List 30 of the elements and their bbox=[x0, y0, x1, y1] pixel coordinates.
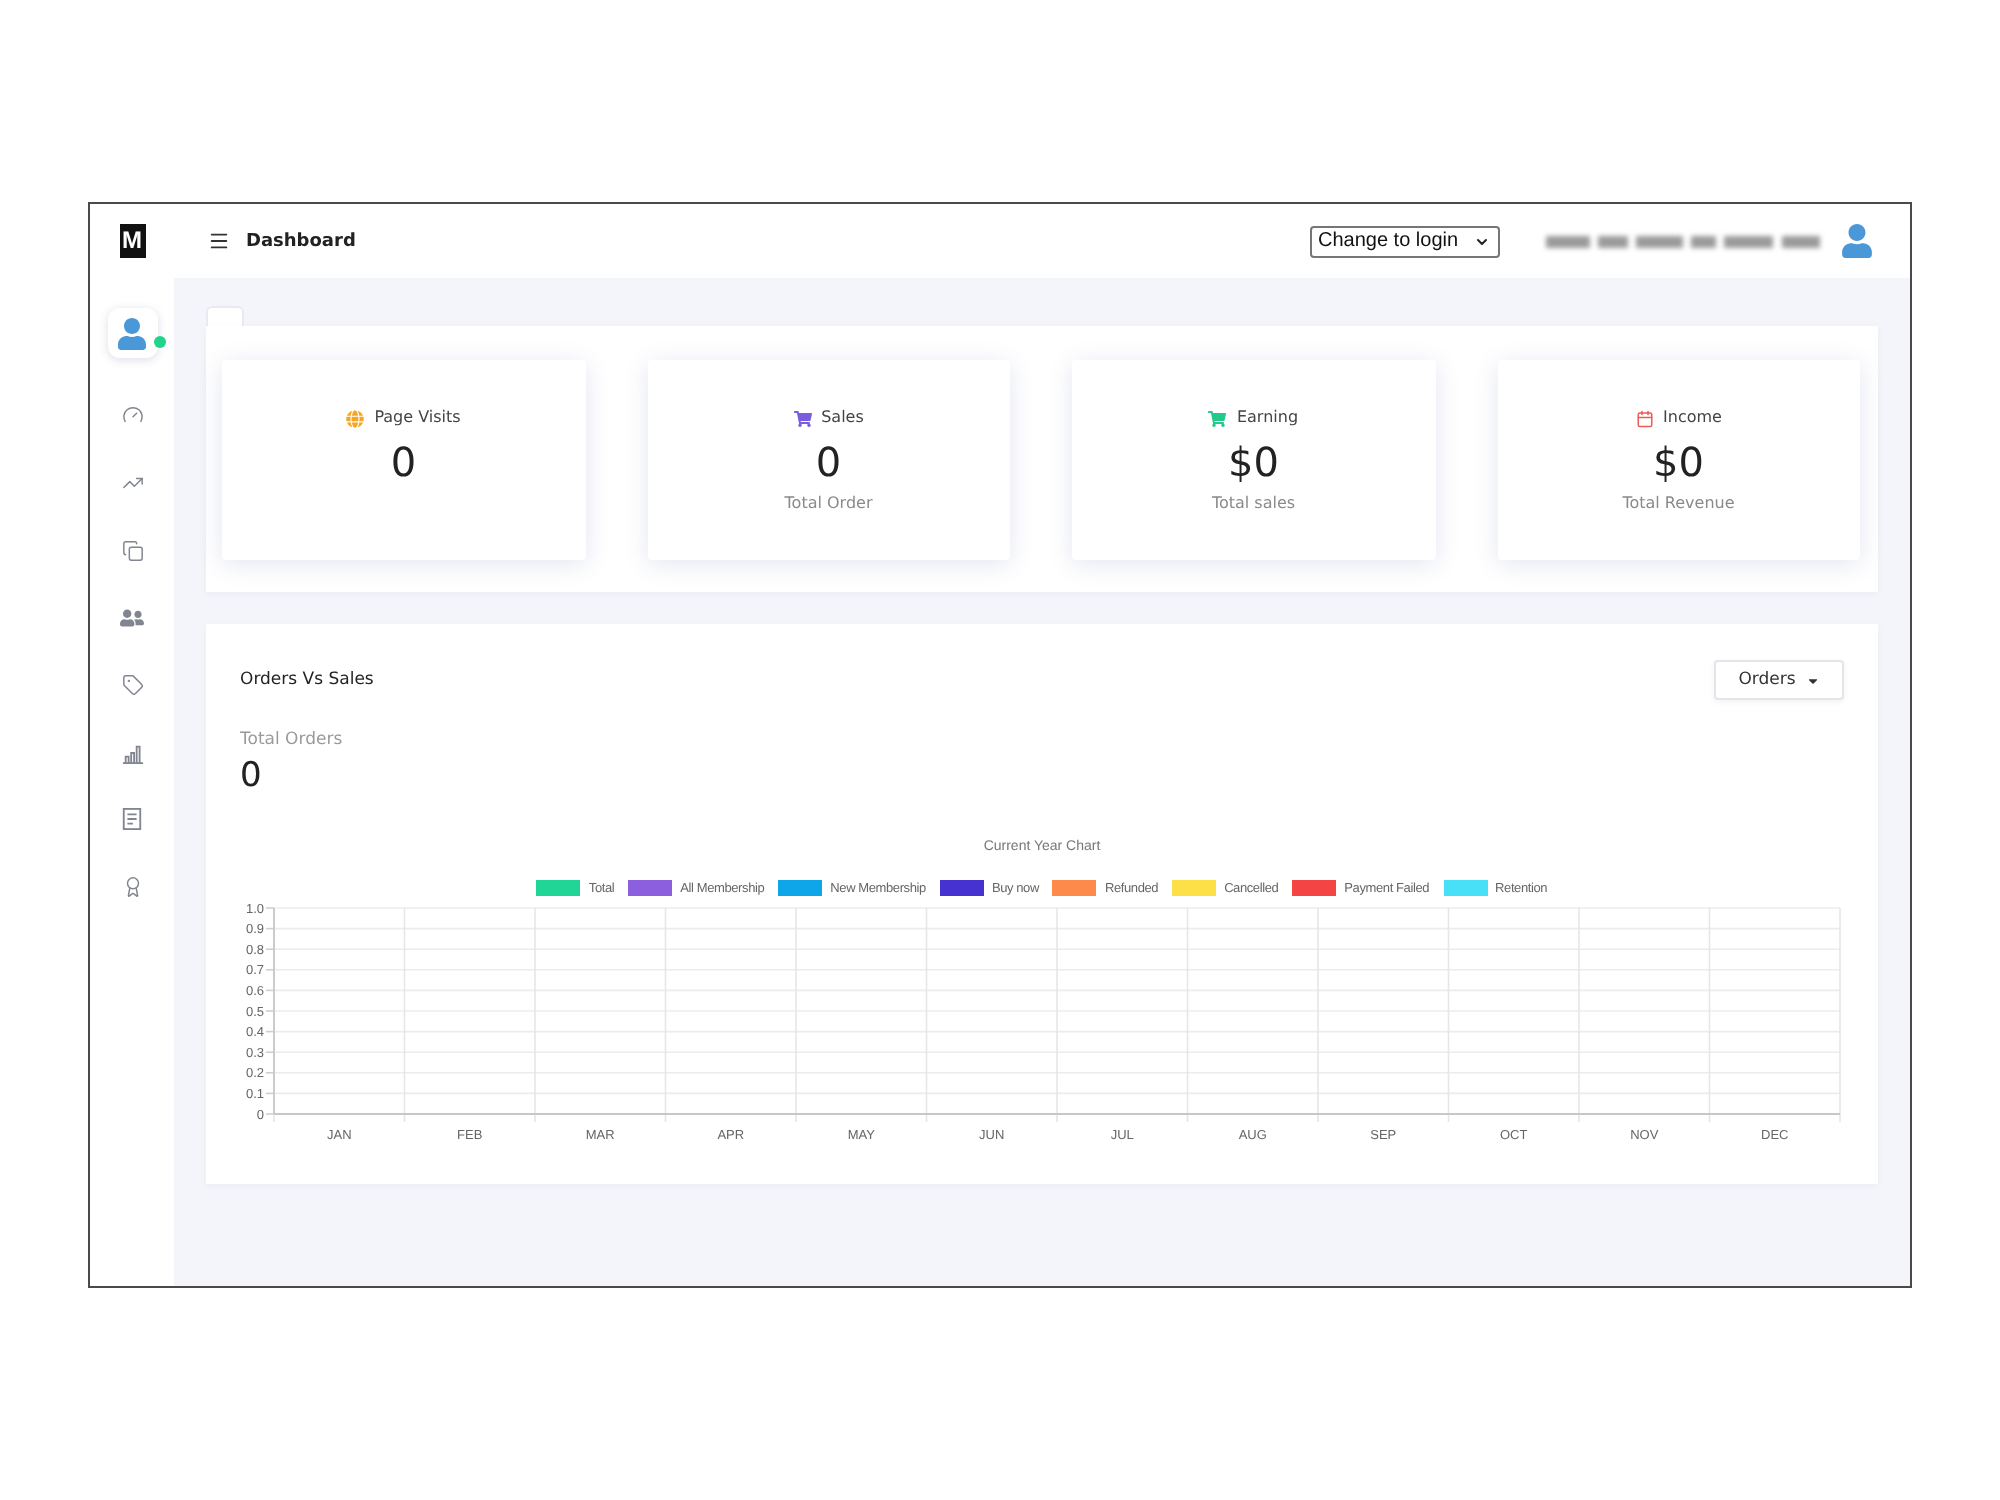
stat-label: Earning bbox=[1236, 408, 1299, 428]
bar-chart-icon[interactable] bbox=[121, 741, 143, 764]
logo[interactable]: M bbox=[119, 224, 145, 258]
stat-subtitle: Total Revenue bbox=[1622, 494, 1735, 514]
stat-value: $0 bbox=[1228, 438, 1279, 486]
award-icon[interactable] bbox=[121, 876, 143, 899]
stat-label: Page Visits bbox=[374, 408, 461, 428]
copy-icon[interactable] bbox=[121, 539, 143, 562]
stat-label: Income bbox=[1663, 408, 1722, 428]
caret-down-icon bbox=[1805, 673, 1820, 687]
panel-title: Orders Vs Sales bbox=[240, 670, 374, 690]
total-label: Total Orders bbox=[240, 730, 343, 750]
menu-icon[interactable] bbox=[208, 230, 230, 252]
orders-dropdown-button[interactable]: Orders bbox=[1714, 660, 1844, 700]
user-avatar-icon[interactable] bbox=[107, 308, 157, 358]
stat-subtitle: Total Order bbox=[784, 494, 873, 514]
login-select[interactable]: Change to login bbox=[1310, 225, 1500, 257]
users-icon[interactable] bbox=[120, 605, 144, 630]
page-title: Dashboard bbox=[246, 231, 356, 251]
stat-value: 0 bbox=[815, 438, 842, 486]
stat-subtitle: Total sales bbox=[1211, 494, 1296, 514]
chevron-down-icon bbox=[1474, 233, 1490, 249]
gauge-icon[interactable] bbox=[121, 404, 143, 427]
stat-label: Sales bbox=[821, 408, 864, 428]
total-value: 0 bbox=[240, 756, 262, 796]
tag-icon[interactable] bbox=[121, 674, 143, 697]
stat-value: 0 bbox=[390, 438, 417, 486]
document-icon[interactable] bbox=[122, 808, 142, 831]
user-avatar-icon[interactable] bbox=[1840, 224, 1874, 258]
stat-value: $0 bbox=[1653, 438, 1704, 486]
